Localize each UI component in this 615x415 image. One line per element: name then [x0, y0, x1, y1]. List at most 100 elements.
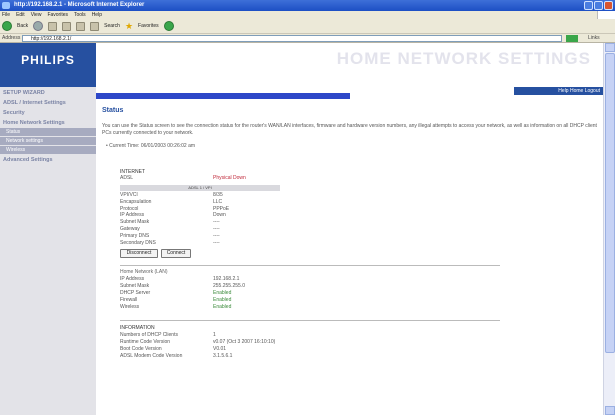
row-key: Firewall [120, 297, 138, 303]
row-value: v0.07 (Oct 3 2007 16:10:10) [213, 339, 276, 345]
close-button[interactable] [604, 1, 613, 10]
top-nav-links[interactable]: Help Home Logout [514, 87, 603, 95]
lan-row: IP Address 192.168.2.1 [120, 276, 420, 283]
browser-window: http://192.168.2.1 - Microsoft Internet … [0, 0, 615, 415]
internet-row: Secondary DNS ---- [120, 240, 420, 247]
main-content: Status You can use the Status screen to … [96, 99, 603, 415]
connect-button[interactable]: Connect [161, 249, 191, 258]
row-key: Gateway [120, 226, 140, 232]
sidebar: SETUP WIZARD ADSL / Internet Settings Se… [0, 87, 96, 415]
lan-row: DHCP Server Enabled [120, 290, 420, 297]
title-bar: http://192.168.2.1 - Microsoft Internet … [0, 0, 615, 11]
divider [120, 265, 500, 266]
row-key: Subnet Mask [120, 219, 150, 225]
scroll-down-icon[interactable] [605, 406, 615, 415]
forward-arrow-icon[interactable] [33, 21, 44, 31]
current-time: • Current Time: 06/01/2003 00:26:02 am [106, 143, 196, 149]
row-key: Numbers of DHCP Clients [120, 332, 178, 338]
windows-logo-icon [597, 11, 615, 19]
menu-tools[interactable]: Tools [74, 11, 86, 19]
row-key: Runtime Code Version [120, 339, 171, 345]
sidebar-sub-wireless[interactable]: Wireless [0, 146, 96, 154]
adsl-status: Physical Down [213, 175, 246, 181]
disconnect-button[interactable]: Disconnect [120, 249, 158, 258]
row-key: Secondary DNS [120, 240, 156, 246]
row-key: Wireless [120, 304, 140, 310]
info-heading: INFORMATION [120, 325, 155, 331]
back-arrow-icon[interactable] [2, 21, 12, 31]
sidebar-item-security[interactable]: Security [0, 109, 96, 117]
adsl-label: ADSL [120, 175, 134, 181]
lan-row: Subnet Mask 255.255.255.0 [120, 283, 420, 290]
row-key: Primary DNS [120, 233, 150, 239]
sidebar-sub-network-settings[interactable]: Network settings [0, 137, 96, 145]
row-key: ADSL Modem Code Version [120, 353, 183, 359]
philips-logo: PHILIPS [21, 53, 75, 67]
internet-row: Primary DNS ---- [120, 233, 420, 240]
search-icon[interactable] [90, 21, 100, 31]
adsl-row: ADSL Physical Down [120, 175, 420, 182]
back-label[interactable]: Back [17, 23, 28, 29]
sidebar-item-home-network[interactable]: Home Network Settings [0, 119, 96, 127]
row-key: IP Address [120, 276, 145, 282]
row-value: ---- [213, 240, 220, 246]
lan-row: Wireless Enabled [120, 304, 420, 311]
address-bar: Address http://192.168.2.1/ Links [0, 34, 615, 43]
sidebar-sub-status[interactable]: Status [0, 128, 96, 136]
row-key: IP Address [120, 212, 145, 218]
maximize-button[interactable] [594, 1, 603, 10]
stop-icon[interactable] [48, 21, 58, 31]
window-title: http://192.168.2.1 - Microsoft Internet … [14, 2, 145, 8]
row-value: 1 [213, 332, 216, 338]
wireless-status: Enabled [213, 304, 232, 310]
internet-row: Subnet Mask ---- [120, 219, 420, 226]
sidebar-item-adsl-internet[interactable]: ADSL / Internet Settings [0, 99, 96, 107]
menu-help[interactable]: Help [92, 11, 102, 19]
lan-heading: Home Network (LAN) [120, 269, 168, 275]
row-value: V0.01 [213, 346, 227, 352]
sidebar-item-advanced[interactable]: Advanced Settings [0, 156, 96, 164]
internet-row: VPI/VCI 8/35 [120, 192, 420, 199]
adsl-subheader: ADSL 1 / VPI [120, 185, 280, 191]
internet-row: IP Address Down [120, 212, 420, 219]
sidebar-item-setup-wizard[interactable]: SETUP WIZARD [0, 89, 96, 97]
row-value: 3.1.5.6.1 [213, 353, 233, 359]
info-row: Numbers of DHCP Clients 1 [120, 332, 420, 339]
lan-row: Firewall Enabled [120, 297, 420, 304]
browser-toolbar: Back Search ★ Favorites [0, 19, 615, 34]
scroll-thumb[interactable] [605, 53, 615, 353]
favorites-star-icon[interactable]: ★ [125, 21, 133, 32]
go-button[interactable] [566, 35, 578, 42]
row-value: ---- [213, 226, 220, 232]
favorites-label[interactable]: Favorites [138, 23, 159, 29]
row-value: ---- [213, 233, 220, 239]
menu-edit[interactable]: Edit [16, 11, 25, 19]
media-icon[interactable] [163, 21, 174, 31]
internet-row: Gateway ---- [120, 226, 420, 233]
scroll-up-icon[interactable] [605, 43, 615, 52]
row-value: Down [213, 212, 226, 218]
refresh-icon[interactable] [62, 21, 72, 31]
address-input[interactable]: http://192.168.2.1/ [22, 35, 562, 42]
ie-icon [2, 2, 10, 9]
menu-favorites[interactable]: Favorites [47, 11, 68, 19]
info-row: Boot Code Version V0.01 [120, 346, 420, 353]
row-key: Subnet Mask [120, 283, 150, 289]
firewall-status: Enabled [213, 297, 232, 303]
address-label: Address [2, 35, 21, 41]
internet-row: Encapsulation LLC [120, 199, 420, 206]
links-label[interactable]: Links [588, 34, 600, 43]
search-label[interactable]: Search [104, 23, 120, 29]
minimize-button[interactable] [584, 1, 593, 10]
row-value: 8/35 [213, 192, 223, 198]
row-value: LLC [213, 199, 223, 205]
vertical-scrollbar[interactable] [603, 43, 615, 415]
home-network-settings-title: HOME NETWORK SETTINGS [336, 49, 591, 68]
menu-view[interactable]: View [31, 11, 42, 19]
dhcp-status: Enabled [213, 290, 232, 296]
menu-bar: File Edit View Favorites Tools Help [0, 11, 615, 19]
home-icon[interactable] [76, 21, 86, 31]
page-title: Status [102, 107, 124, 114]
menu-file[interactable]: File [2, 11, 10, 19]
row-key: DHCP Server [120, 290, 151, 296]
